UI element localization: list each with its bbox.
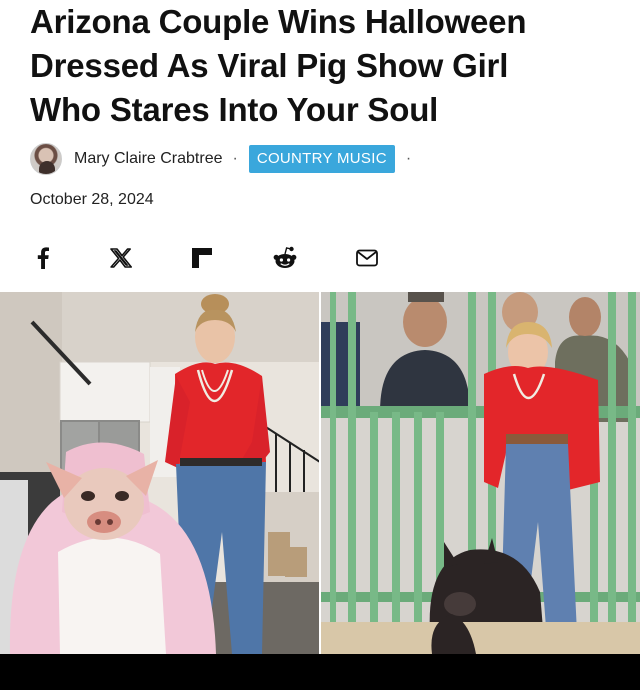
headline-line-3: Who Stares Into Your Soul: [30, 91, 439, 128]
headline-line-1: Arizona Couple Wins Halloween: [30, 3, 527, 40]
share-bar: [0, 240, 640, 276]
author-avatar[interactable]: [30, 143, 62, 175]
halloween-costume-photo: [0, 292, 321, 654]
category-badge[interactable]: COUNTRY MUSIC: [248, 145, 395, 173]
pig-show-photo: [320, 292, 640, 654]
byline: Mary Claire Crabtree · COUNTRY MUSIC ·: [30, 142, 411, 176]
facebook-icon[interactable]: [32, 244, 54, 272]
author-name[interactable]: Mary Claire Crabtree: [74, 150, 222, 168]
bottom-bar: [0, 654, 640, 690]
publish-date: October 28, 2024: [30, 191, 154, 208]
article-hero-image[interactable]: [0, 292, 640, 654]
byline-separator-2: ·: [405, 150, 412, 167]
reddit-icon[interactable]: [272, 244, 298, 272]
x-icon[interactable]: [108, 244, 134, 272]
headline-line-2: Dressed As Viral Pig Show Girl: [30, 47, 509, 84]
mail-icon[interactable]: [355, 244, 379, 272]
byline-separator: ·: [232, 150, 238, 167]
headline: Arizona Couple Wins Halloween Dressed As…: [30, 0, 620, 132]
flipboard-icon[interactable]: [190, 244, 214, 272]
